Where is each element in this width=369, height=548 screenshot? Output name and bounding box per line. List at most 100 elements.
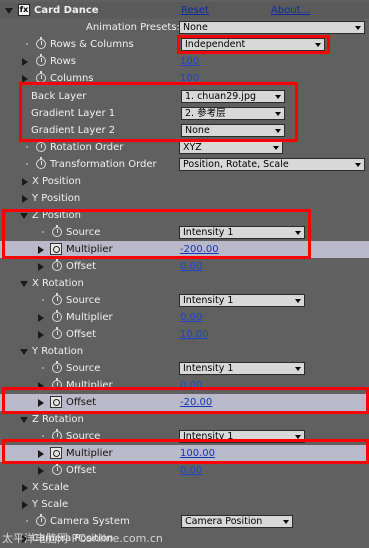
expand-triangle-icon[interactable] — [22, 195, 28, 203]
gradient-layer-2-dropdown[interactable]: None — [181, 124, 285, 137]
expand-triangle-icon[interactable] — [38, 246, 44, 254]
rotation-order-dropdown[interactable]: XYZ — [179, 141, 283, 154]
stopwatch-icon[interactable] — [52, 361, 62, 373]
zr-source-dropdown[interactable]: Intensity 1 — [179, 430, 305, 443]
chevron-down-icon — [354, 160, 363, 169]
chevron-down-icon — [272, 143, 281, 152]
camera-system-dropdown[interactable]: Camera Position — [181, 515, 293, 528]
transformation-order-dropdown[interactable]: Position, Rotate, Scale — [179, 158, 365, 171]
expand-triangle-icon[interactable] — [38, 399, 44, 407]
keyframe-stopwatch-icon[interactable] — [50, 243, 62, 255]
rows-columns-dropdown[interactable]: Independent — [181, 38, 325, 51]
expand-triangle-icon[interactable] — [38, 450, 44, 458]
stopwatch-icon[interactable] — [36, 140, 46, 152]
keyframe-stopwatch-icon[interactable] — [50, 447, 62, 459]
stopwatch-icon[interactable] — [52, 327, 62, 339]
rotation-order-row: Rotation Order XYZ — [0, 139, 369, 156]
chevron-down-icon — [294, 228, 303, 237]
gradient-layer-1-label: Gradient Layer 1 — [31, 108, 116, 119]
z-multiplier-label: Multiplier — [66, 244, 113, 255]
yr-source-value: Intensity 1 — [183, 363, 234, 374]
xr-multiplier-value[interactable]: 0.00 — [180, 309, 202, 326]
z-rotation-group[interactable]: Z Rotation — [0, 411, 369, 428]
expand-triangle-icon[interactable] — [38, 263, 44, 271]
collapse-triangle-icon[interactable] — [20, 349, 28, 355]
stopwatch-icon[interactable] — [52, 225, 62, 237]
stopwatch-icon[interactable] — [52, 259, 62, 271]
z-position-group[interactable]: Z Position — [0, 207, 369, 224]
collapse-triangle-icon[interactable] — [5, 8, 13, 14]
columns-row: Columns 100 — [0, 70, 369, 87]
columns-value[interactable]: 100 — [180, 70, 199, 87]
z-multiplier-value[interactable]: -200.00 — [180, 241, 219, 258]
collapse-triangle-icon[interactable] — [20, 281, 28, 287]
y-position-group[interactable]: Y Position — [0, 190, 369, 207]
zr-multiplier-value[interactable]: 100.00 — [180, 445, 215, 462]
expand-triangle-icon[interactable] — [22, 501, 28, 509]
stopwatch-icon[interactable] — [36, 37, 46, 49]
yr-offset-value[interactable]: -20.00 — [180, 394, 212, 411]
fx-toggle-icon[interactable]: fx — [18, 4, 30, 16]
collapse-triangle-icon[interactable] — [20, 417, 28, 423]
z-offset-label: Offset — [66, 261, 97, 272]
about-link[interactable]: About... — [271, 2, 310, 19]
expand-triangle-icon[interactable] — [22, 58, 28, 66]
x-position-group[interactable]: X Position — [0, 173, 369, 190]
stopwatch-icon[interactable] — [52, 429, 62, 441]
back-layer-dropdown[interactable]: 1. chuan29.jpg — [181, 90, 285, 103]
y-rotation-group[interactable]: Y Rotation — [0, 343, 369, 360]
x-scale-group[interactable]: X Scale — [0, 479, 369, 496]
z-source-row: Source Intensity 1 — [0, 224, 369, 241]
watermark: 太平洋电脑网 PConline.com.cn — [2, 532, 163, 545]
x-rotation-group[interactable]: X Rotation — [0, 275, 369, 292]
columns-label: Columns — [50, 73, 94, 84]
expand-triangle-icon[interactable] — [38, 382, 44, 390]
xr-offset-label: Offset — [66, 329, 97, 340]
xr-source-value: Intensity 1 — [183, 295, 234, 306]
stopwatch-icon[interactable] — [36, 54, 46, 66]
zr-offset-row: Offset 0.00 — [0, 462, 369, 479]
x-rotation-label: X Rotation — [32, 278, 84, 289]
keyframe-stopwatch-icon[interactable] — [50, 396, 62, 408]
y-scale-group[interactable]: Y Scale — [0, 496, 369, 513]
effect-header-row[interactable]: fx Card Dance Reset About... — [0, 2, 369, 19]
stopwatch-icon[interactable] — [52, 378, 62, 390]
camera-system-value: Camera Position — [185, 516, 263, 527]
stopwatch-icon[interactable] — [36, 71, 46, 83]
stopwatch-icon[interactable] — [52, 310, 62, 322]
yr-multiplier-label: Multiplier — [66, 380, 113, 391]
expand-triangle-icon[interactable] — [38, 331, 44, 339]
rows-value[interactable]: 100 — [180, 53, 199, 70]
reset-link[interactable]: Reset — [181, 2, 209, 19]
gradient-layer-2-value: None — [185, 125, 210, 136]
expand-triangle-icon[interactable] — [38, 314, 44, 322]
yr-source-row: Source Intensity 1 — [0, 360, 369, 377]
expand-triangle-icon[interactable] — [22, 178, 28, 186]
gradient-layer-1-dropdown[interactable]: 2. 参考层 — [181, 107, 285, 120]
rotation-order-label: Rotation Order — [50, 142, 124, 153]
expand-triangle-icon[interactable] — [38, 467, 44, 475]
gradient-layer-2-label: Gradient Layer 2 — [31, 125, 116, 136]
stopwatch-icon[interactable] — [36, 514, 46, 526]
zr-offset-value[interactable]: 0.00 — [180, 462, 202, 479]
collapse-triangle-icon[interactable] — [20, 213, 28, 219]
xr-offset-value[interactable]: 10.00 — [180, 326, 209, 343]
rows-row: Rows 100 — [0, 53, 369, 70]
stopwatch-icon[interactable] — [36, 157, 46, 169]
yr-multiplier-value[interactable]: 0.00 — [180, 377, 202, 394]
effect-name: Card Dance — [34, 5, 99, 16]
expand-triangle-icon[interactable] — [22, 75, 28, 83]
stopwatch-icon[interactable] — [52, 293, 62, 305]
z-offset-value[interactable]: 0.00 — [180, 258, 202, 275]
y-scale-label: Y Scale — [32, 499, 69, 510]
camera-system-row: Camera System Camera Position — [0, 513, 369, 530]
stopwatch-icon[interactable] — [52, 463, 62, 475]
transformation-order-value: Position, Rotate, Scale — [183, 159, 289, 170]
yr-source-dropdown[interactable]: Intensity 1 — [179, 362, 305, 375]
presets-dropdown[interactable]: None — [179, 21, 365, 34]
rows-label: Rows — [50, 56, 77, 67]
presets-label: Animation Presets: — [86, 22, 180, 33]
xr-source-dropdown[interactable]: Intensity 1 — [179, 294, 305, 307]
expand-triangle-icon[interactable] — [22, 484, 28, 492]
z-source-dropdown[interactable]: Intensity 1 — [179, 226, 305, 239]
